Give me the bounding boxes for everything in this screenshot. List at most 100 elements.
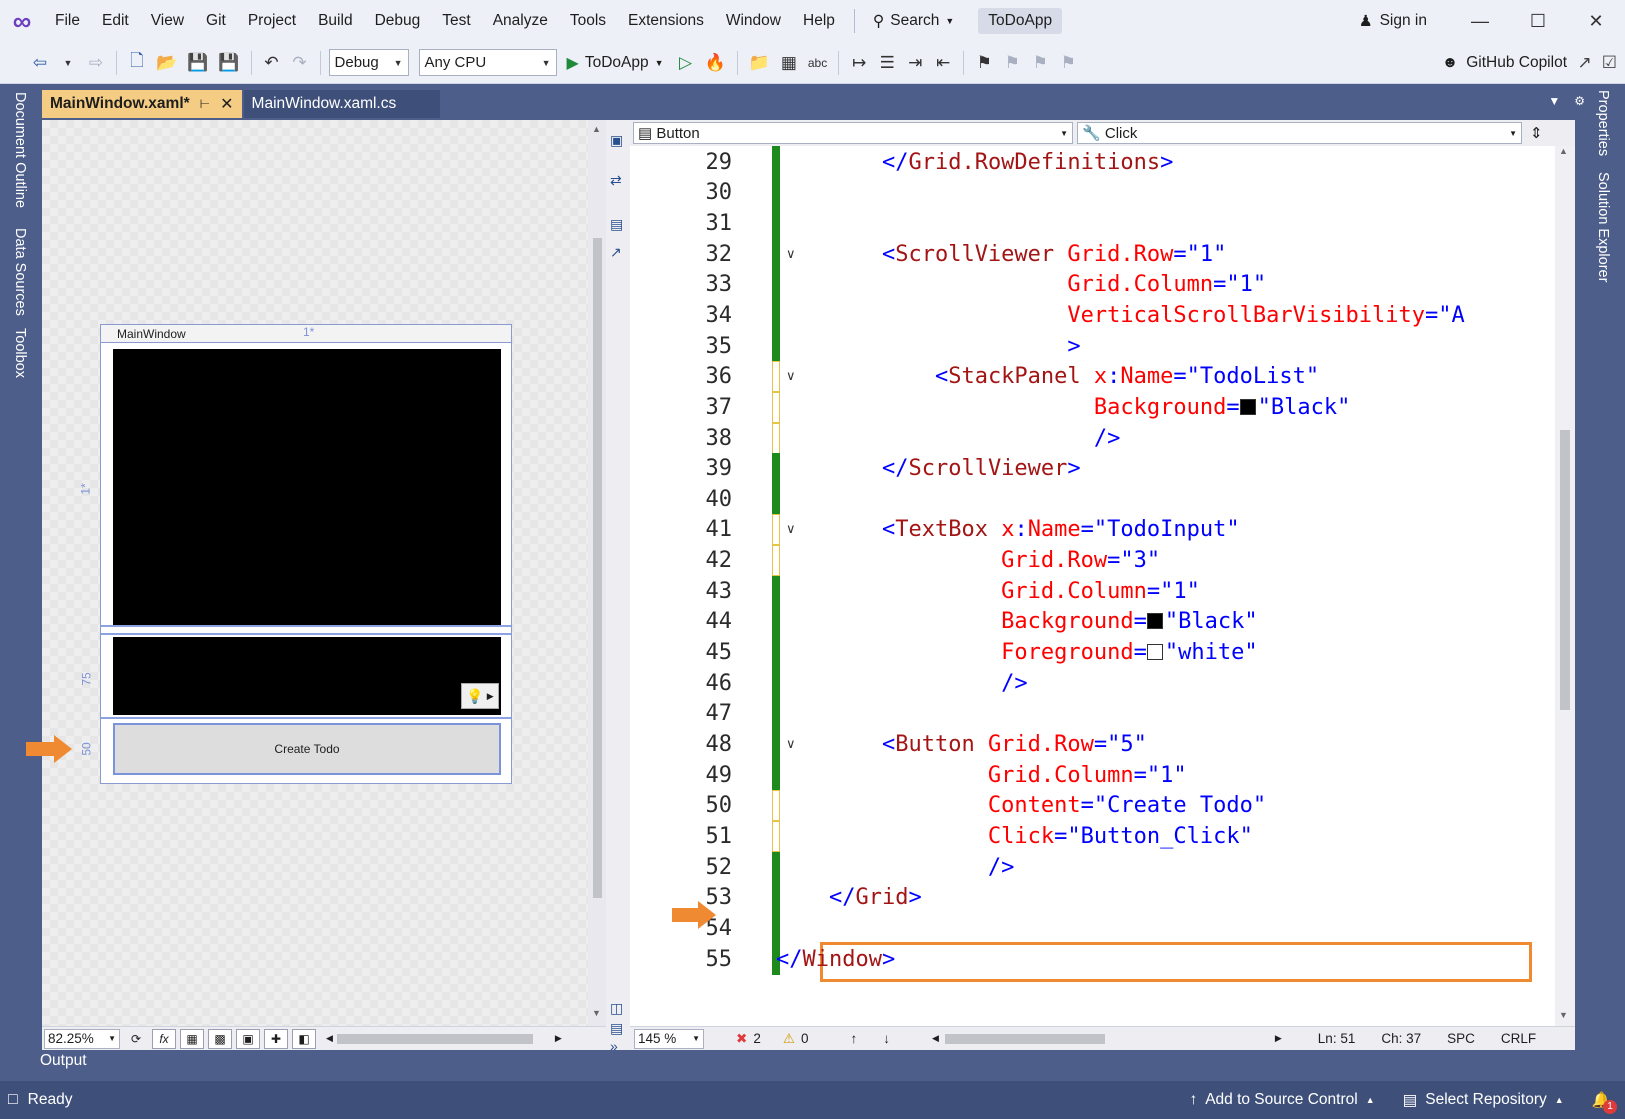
code-line[interactable]: 30 [630,177,1555,209]
scroll-right-icon[interactable]: ▶ [555,1033,562,1044]
close-window-button[interactable]: ✕ [1567,0,1625,42]
chevron-down-icon[interactable]: ▼ [56,49,80,77]
platform-dropdown[interactable]: Any CPU ▼ [418,49,557,76]
forward-icon[interactable]: ⇨ [84,49,108,77]
tab-output[interactable]: Output [40,1046,130,1076]
menu-item-analyze[interactable]: Analyze [482,0,559,42]
code-line[interactable]: 43 Grid.Column="1" [630,575,1555,607]
search-button[interactable]: ⚲ Search ▼ [863,12,964,31]
menu-item-extensions[interactable]: Extensions [617,0,715,42]
split-editor-icon[interactable]: ⇕ [1530,124,1543,142]
scroll-down-icon[interactable]: ▼ [1559,1010,1568,1020]
xaml-view-icon[interactable]: ▤ [610,216,623,233]
errors-indicator[interactable]: ✖ 2 [736,1031,761,1047]
editor-zoom-dropdown[interactable]: 145 % ▼ [634,1028,704,1049]
hot-reload-icon[interactable]: 🔥 [702,49,729,77]
code-line[interactable]: 31 [630,207,1555,239]
code-line[interactable]: 45 Foreground= "white" [630,637,1555,669]
scroll-thumb[interactable] [593,238,602,898]
code-line[interactable]: 37 Background= "Black" [630,391,1555,423]
code-line[interactable]: 51 Click="Button_Click" [630,820,1555,852]
notifications-button[interactable]: 🔔 1 [1592,1091,1617,1114]
next-issue-icon[interactable]: ↓ [883,1031,890,1046]
outdent-icon[interactable]: ⇤ [931,49,955,77]
start-without-debugging-icon[interactable]: ▷ [674,49,698,77]
select-repository-button[interactable]: ▤ Select Repository ▲ [1403,1091,1564,1110]
code-line[interactable]: 39 </ScrollViewer> [630,453,1555,485]
scroll-thumb[interactable] [1560,430,1570,710]
code-line[interactable]: 54 [630,912,1555,944]
tab-properties[interactable]: Properties [1595,90,1611,156]
format-icon[interactable]: ☰ [875,49,899,77]
clear-bookmarks-icon[interactable]: ⚑ [1056,49,1080,77]
editor-vertical-scrollbar[interactable]: ▲ ▼ [1555,146,1575,1026]
maximize-button[interactable]: ☐ [1509,0,1567,42]
grid-icon[interactable]: ▦ [180,1028,204,1049]
designer-vertical-scrollbar[interactable]: ▲ ▼ [588,120,606,1026]
snap-lines-icon[interactable]: ✚ [264,1028,288,1049]
whitespace-indicator[interactable]: SPC [1447,1031,1475,1046]
feedback-icon[interactable]: ☑ [1602,53,1617,73]
step-icon[interactable]: ↦ [847,49,871,77]
tab-list-dropdown-icon[interactable]: ▼ [1548,94,1560,108]
tab-solution-explorer[interactable]: Solution Explorer [1595,172,1611,282]
prev-bookmark-icon[interactable]: ⚑ [1000,49,1024,77]
scroll-left-icon[interactable]: ◀ [326,1033,333,1044]
browse-icon[interactable]: 📁 [746,49,773,77]
menu-item-window[interactable]: Window [715,0,792,42]
menu-item-test[interactable]: Test [431,0,481,42]
code-line[interactable]: 53 </Grid> [630,882,1555,914]
code-line[interactable]: 40 [630,483,1555,515]
designer-window-preview[interactable]: MainWindow 1* 💡 ▶ Create Todo [100,324,512,784]
undo-icon[interactable]: ↶ [260,49,284,77]
pin-icon[interactable]: ⊢ [200,97,210,111]
minimize-button[interactable]: — [1451,0,1509,42]
popout-icon[interactable]: ↗ [610,244,622,261]
indent-icon[interactable]: ⇥ [903,49,927,77]
swap-panes-icon[interactable]: ⇄ [610,172,622,189]
xaml-code-editor[interactable]: 28 <RowDefinition Height="25" />29 </Gri… [630,146,1555,1026]
scroll-right-icon[interactable]: ▶ [1275,1033,1282,1044]
menu-item-build[interactable]: Build [307,0,363,42]
code-line[interactable]: 41 ∨ <TextBox x:Name="TodoInput" [630,514,1555,546]
code-line[interactable]: 44 Background= "Black" [630,606,1555,638]
bookmark-icon[interactable]: ⚑ [972,49,996,77]
code-line[interactable]: 50 Content="Create Todo" [630,790,1555,822]
collapse-pane-icon[interactable]: » [610,1038,618,1054]
visual-studio-logo-icon[interactable]: ∞ [0,0,44,42]
menu-item-debug[interactable]: Debug [364,0,432,42]
tab-mainwindow-xaml[interactable]: MainWindow.xaml* ⊢ ✕ [42,90,242,118]
todo-input-preview[interactable] [113,637,501,715]
code-line[interactable]: 47 [630,698,1555,730]
github-copilot-button[interactable]: ☻ GitHub Copilot [1442,42,1567,84]
vertical-split-icon[interactable]: ◫ [610,1000,623,1017]
scroll-left-icon[interactable]: ◀ [932,1033,939,1044]
menu-item-edit[interactable]: Edit [91,0,140,42]
code-line[interactable]: 55 </Window> [630,943,1555,975]
color-swatch[interactable] [1239,398,1256,415]
code-line[interactable]: 34 VerticalScrollBarVisibility="A [630,299,1555,331]
device-preview-icon[interactable]: ◧ [292,1028,316,1049]
color-swatch[interactable] [1146,644,1163,661]
code-line[interactable]: 46 /> [630,667,1555,699]
share-icon[interactable]: ↗ [1578,53,1592,73]
code-line[interactable]: 52 /> [630,851,1555,883]
code-line[interactable]: 38 /> [630,422,1555,454]
new-project-icon[interactable]: 🗋 [125,49,149,77]
code-line[interactable]: 49 Grid.Column="1" [630,759,1555,791]
open-folder-icon[interactable]: 📂 [153,49,180,77]
tab-document-outline[interactable]: Document Outline [12,92,28,208]
line-number-indicator[interactable]: Ln: 51 [1318,1031,1356,1046]
quick-actions-button[interactable]: 💡 ▶ [461,683,499,709]
editor-horizontal-scroll-thumb[interactable] [944,1033,1105,1044]
close-icon[interactable]: ✕ [220,94,233,114]
settings-gear-icon[interactable]: ⚙ [1574,94,1585,108]
artboard-icon[interactable]: ▣ [236,1028,260,1049]
tab-data-sources[interactable]: Data Sources [12,228,28,316]
line-ending-indicator[interactable]: CRLF [1501,1031,1536,1046]
code-line[interactable]: 42 Grid.Row="3" [630,545,1555,577]
code-line[interactable]: 32 ∨ <ScrollViewer Grid.Row="1" [630,238,1555,270]
menu-item-project[interactable]: Project [237,0,307,42]
menu-item-file[interactable]: File [44,0,91,42]
tab-toolbox[interactable]: Toolbox [12,328,28,378]
